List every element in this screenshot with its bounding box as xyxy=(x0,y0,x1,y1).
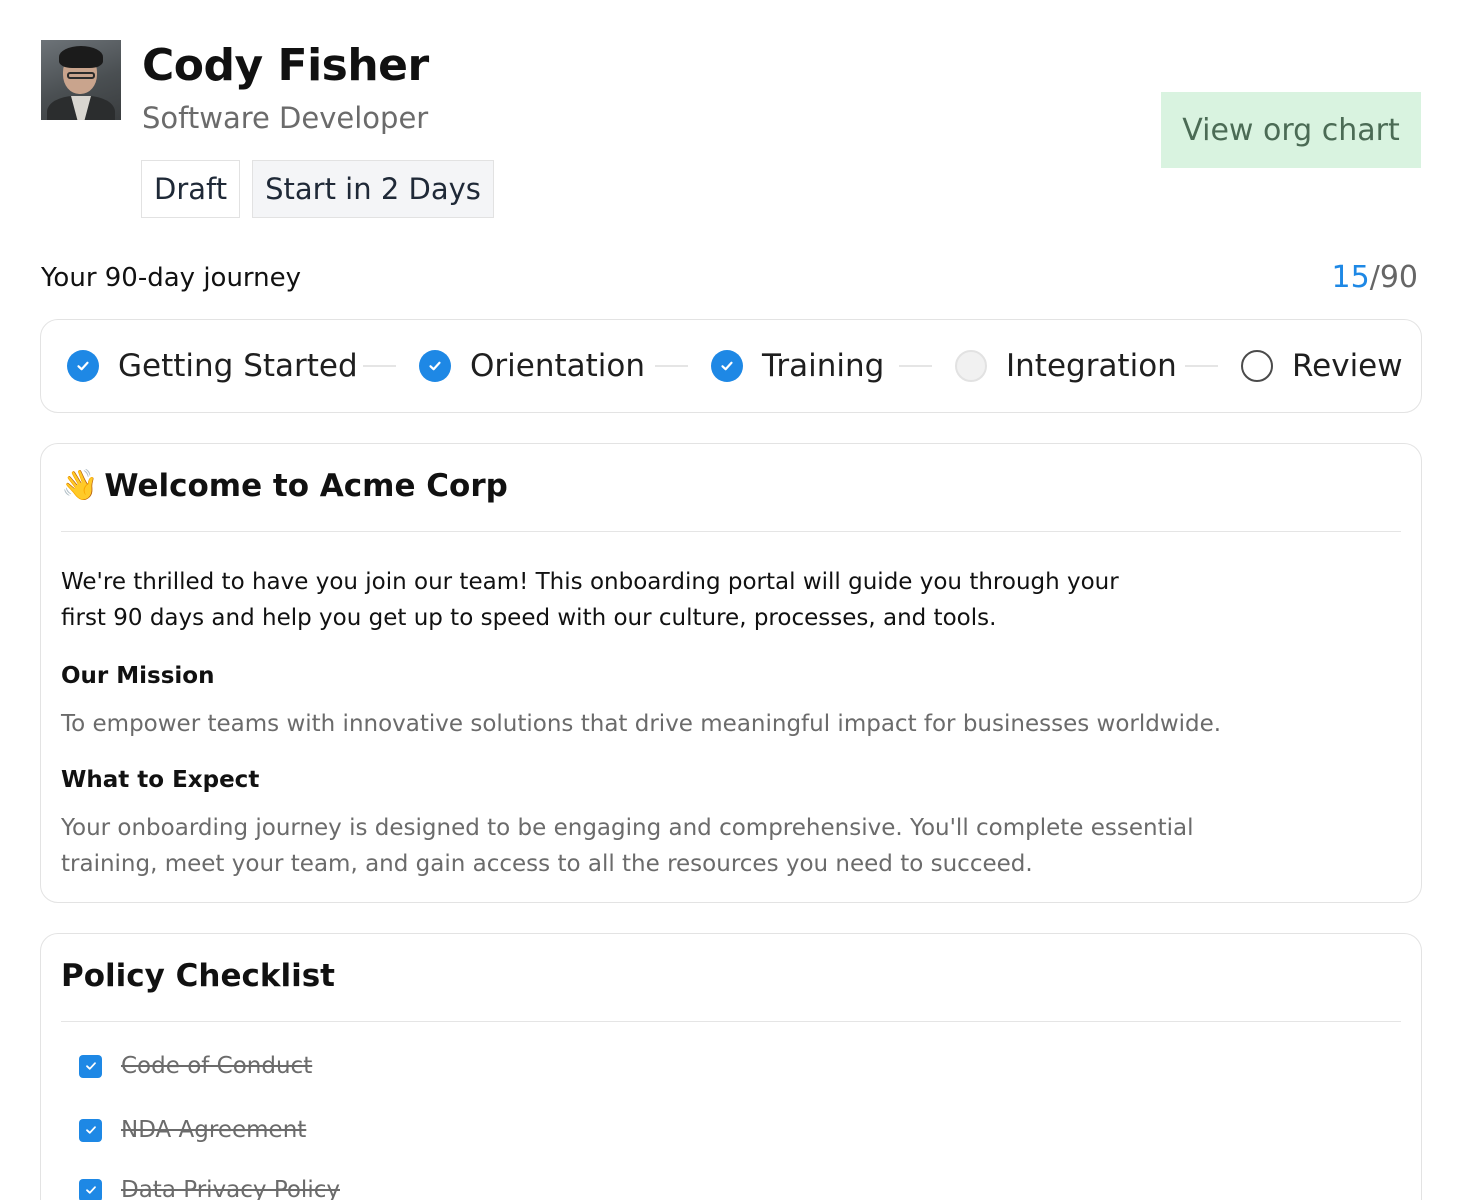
profile-role: Software Developer xyxy=(142,101,429,135)
welcome-title-text: Welcome to Acme Corp xyxy=(104,468,508,504)
policy-item-data-privacy[interactable]: Data Privacy Policy xyxy=(79,1177,340,1200)
in-progress-circle-icon xyxy=(955,350,987,382)
journey-progress: 15/90 xyxy=(1332,258,1418,298)
step-connector xyxy=(899,365,932,367)
mission-heading: Our Mission xyxy=(61,663,215,689)
divider xyxy=(61,1021,1401,1022)
checkbox-checked-icon[interactable] xyxy=(79,1178,102,1200)
policy-title: Policy Checklist xyxy=(61,958,336,994)
checkbox-checked-icon[interactable] xyxy=(79,1118,102,1142)
step-training[interactable]: Training xyxy=(711,320,884,412)
step-integration[interactable]: Integration xyxy=(955,320,1177,412)
draft-badge: Draft xyxy=(141,160,241,218)
policy-item-code-of-conduct[interactable]: Code of Conduct xyxy=(79,1053,312,1079)
avatar xyxy=(41,40,121,120)
start-date-badge: Start in 2 Days xyxy=(252,160,494,218)
check-circle-icon xyxy=(419,350,451,382)
step-label: Getting Started xyxy=(118,348,358,384)
journey-stepper: Getting Started Orientation Training Int… xyxy=(40,319,1422,413)
step-label: Integration xyxy=(1006,348,1177,384)
status-badges: Draft Start in 2 Days xyxy=(141,160,494,218)
view-org-chart-button[interactable]: View org chart xyxy=(1161,92,1421,168)
policy-item-label: NDA Agreement xyxy=(121,1117,307,1143)
welcome-intro: We're thrilled to have you join our team… xyxy=(61,569,1119,631)
profile-name: Cody Fisher xyxy=(142,40,429,91)
step-connector xyxy=(1185,365,1218,367)
step-label: Review xyxy=(1292,348,1403,384)
journey-label: Your 90-day journey xyxy=(41,263,302,293)
policy-item-label: Data Privacy Policy xyxy=(121,1177,340,1200)
policy-item-nda-agreement[interactable]: NDA Agreement xyxy=(79,1117,306,1143)
divider xyxy=(61,531,1401,532)
step-connector xyxy=(363,365,396,367)
onboarding-page: Cody Fisher Software Developer Draft Sta… xyxy=(0,0,1460,1200)
step-review[interactable]: Review xyxy=(1241,320,1403,412)
policy-item-label: Code of Conduct xyxy=(121,1053,313,1079)
waving-hand-icon: 👋 xyxy=(61,468,99,503)
checkbox-checked-icon[interactable] xyxy=(79,1054,102,1078)
check-circle-icon xyxy=(67,350,99,382)
journey-current-day: 15 xyxy=(1331,260,1370,295)
expect-text: Your onboarding journey is designed to b… xyxy=(61,815,1194,877)
welcome-card: 👋 Welcome to Acme Corp We're thrilled to… xyxy=(40,443,1422,903)
step-orientation[interactable]: Orientation xyxy=(419,320,645,412)
empty-circle-icon xyxy=(1241,350,1273,382)
policy-checklist-card: Policy Checklist Code of Conduct NDA Agr… xyxy=(40,933,1422,1200)
step-label: Orientation xyxy=(470,348,646,384)
journey-separator: / xyxy=(1369,260,1380,295)
expect-heading: What to Expect xyxy=(61,767,260,793)
check-circle-icon xyxy=(711,350,743,382)
step-connector xyxy=(655,365,688,367)
mission-text: To empower teams with innovative solutio… xyxy=(61,711,1222,737)
step-label: Training xyxy=(762,348,885,384)
journey-total-days: 90 xyxy=(1379,260,1418,295)
welcome-title: 👋 Welcome to Acme Corp xyxy=(61,464,508,508)
step-getting-started[interactable]: Getting Started xyxy=(67,320,358,412)
